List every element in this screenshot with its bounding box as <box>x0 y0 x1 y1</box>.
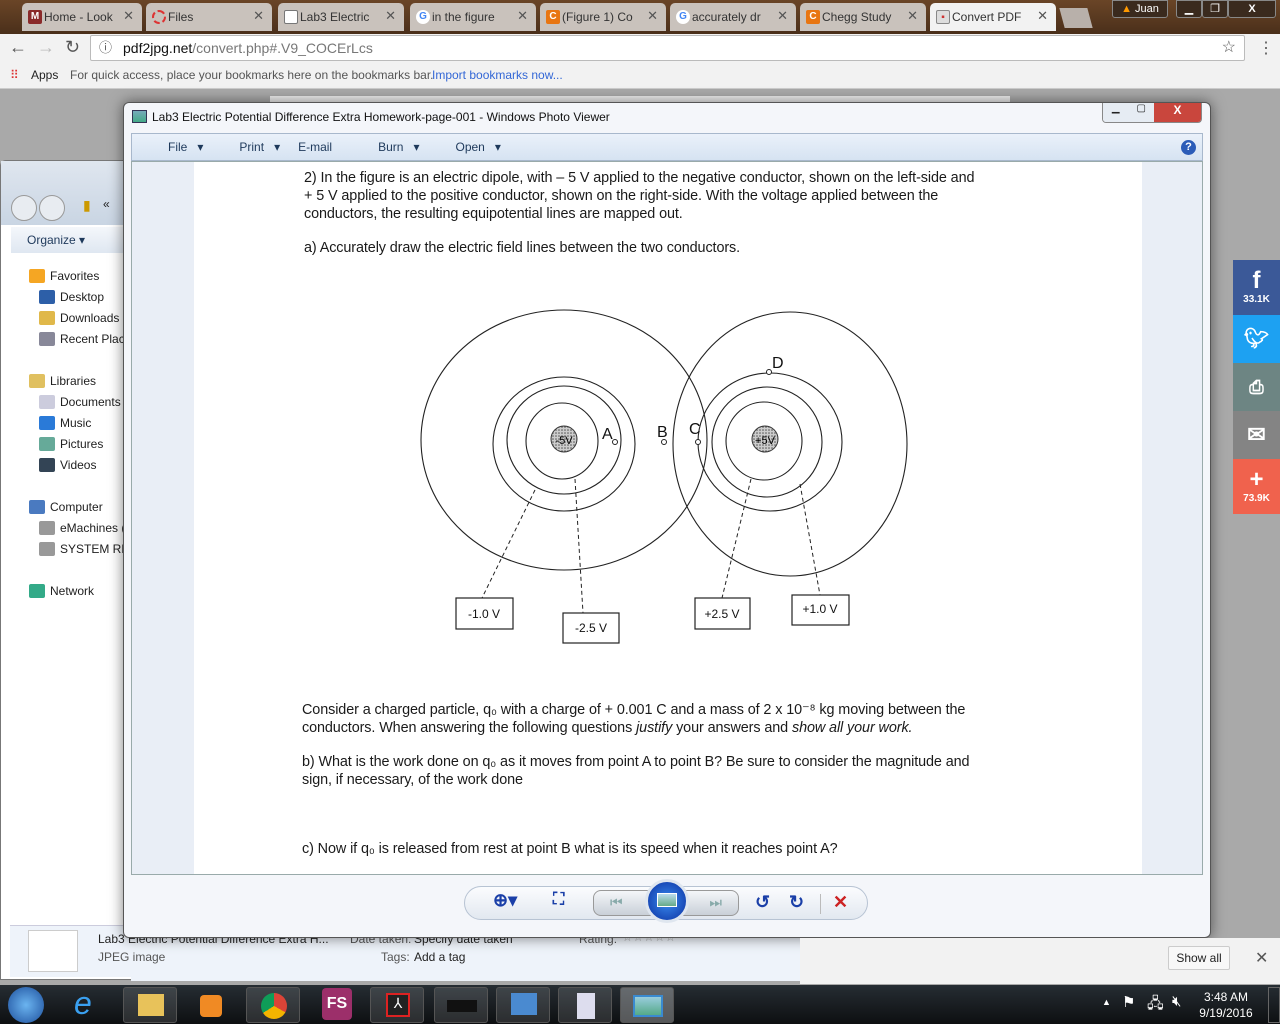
close-downloads-icon[interactable]: ✕ <box>1255 948 1268 968</box>
point-b-label: B <box>657 424 668 441</box>
point-d <box>766 369 772 375</box>
show-all-button[interactable]: Show all <box>1168 946 1230 970</box>
internet-explorer-icon[interactable]: e <box>74 985 92 1022</box>
start-button[interactable] <box>8 987 44 1023</box>
point-c <box>695 439 701 445</box>
point-d-label: D <box>772 355 784 372</box>
fs-app-icon[interactable]: FS <box>322 988 352 1020</box>
potential-label: -1.0 V <box>468 607 500 621</box>
network-icon[interactable]: 🖧︎ <box>1147 993 1164 1018</box>
acrobat-icon: ⅄ <box>386 993 410 1017</box>
leader-line <box>481 489 536 599</box>
taskbar-photo-viewer[interactable] <box>620 987 674 1023</box>
leader-line <box>574 478 584 614</box>
dipole-figure: -5V +5V -1.0 V -2.5 V +2.5 V +1.0 V A B … <box>420 309 908 644</box>
chrome-icon <box>261 993 287 1019</box>
clock[interactable]: 3:48 AM 9/19/2016 <box>1196 989 1256 1021</box>
show-desktop-button[interactable] <box>1268 987 1280 1023</box>
taskbar-chrome[interactable] <box>246 987 300 1023</box>
photo-viewer-icon <box>633 995 663 1017</box>
taskbar-explorer[interactable] <box>123 987 177 1023</box>
potential-label: +1.0 V <box>802 602 837 616</box>
pos-conductor-label: +5V <box>755 435 776 447</box>
taskbar-media-player[interactable] <box>184 987 238 1023</box>
media-player-icon <box>200 995 222 1017</box>
taskbar-printer[interactable] <box>434 987 488 1023</box>
taskbar-notepad[interactable] <box>558 987 612 1023</box>
control-panel-icon <box>511 993 537 1015</box>
point-a <box>612 439 618 445</box>
taskbar-control-panel[interactable] <box>496 987 550 1023</box>
taskbar-acrobat[interactable]: ⅄ <box>370 987 424 1023</box>
neg-conductor-label: -5V <box>555 435 573 447</box>
show-hidden-icons[interactable]: ▲ <box>1102 997 1111 1007</box>
action-center-icon[interactable]: ⚑ <box>1122 993 1135 1011</box>
point-a-label: A <box>602 426 613 443</box>
document-icon <box>577 993 595 1019</box>
folder-icon <box>138 994 164 1016</box>
right-equipotential-outer <box>672 311 908 577</box>
point-c-label: C <box>689 421 701 438</box>
volume-muted-icon[interactable]: 🔇︎ <box>1172 993 1181 1010</box>
printer-icon <box>447 1000 477 1012</box>
leader-line <box>799 483 821 596</box>
potential-label: +2.5 V <box>704 607 739 621</box>
downloads-bar: Show all ✕ <box>800 938 1280 984</box>
potential-label: -2.5 V <box>575 621 607 635</box>
taskbar: e FS ⅄ ▲ ⚑ 🖧︎ 🔇︎ 3:48 AM 9/19/2016 <box>0 985 1280 1024</box>
